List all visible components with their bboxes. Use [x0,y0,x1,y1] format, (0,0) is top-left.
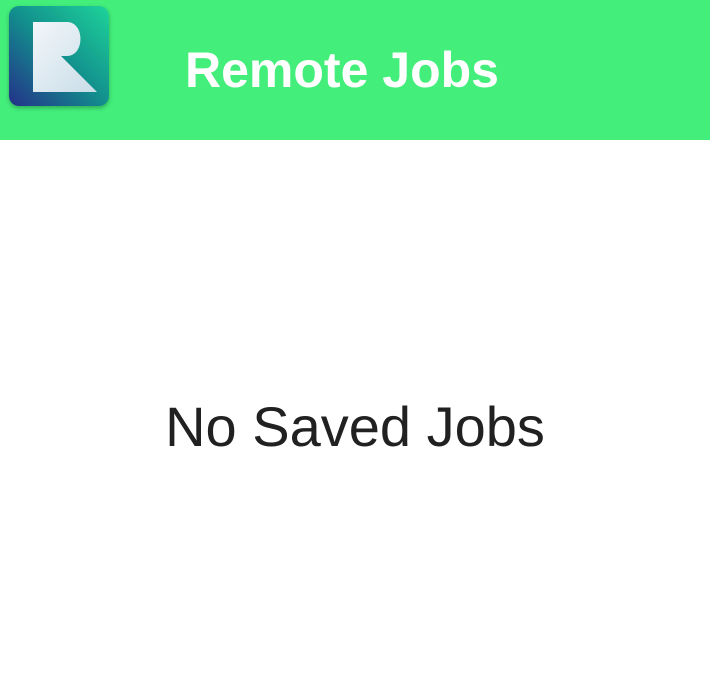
remote-jobs-logo-icon [9,6,109,106]
app-title: Remote Jobs [185,42,499,98]
empty-state-message: No Saved Jobs [165,395,545,458]
app-bar: Remote Jobs [0,0,710,140]
